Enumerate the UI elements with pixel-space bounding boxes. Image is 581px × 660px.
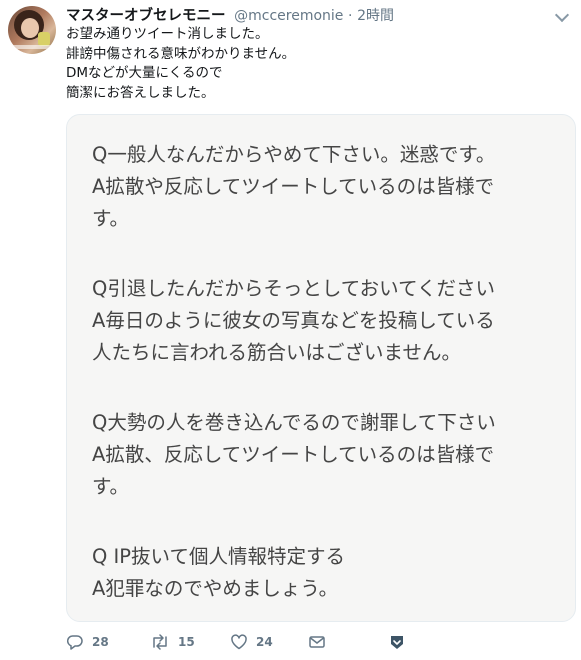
reply-icon bbox=[66, 633, 84, 651]
image-text-line: 人たちに言われる筋合いはございません。 bbox=[92, 341, 461, 364]
reply-count: 28 bbox=[92, 635, 109, 649]
attached-image[interactable]: Q一般人なんだからやめて下さい。迷惑です。 A拡散や反応してツイートしているのは… bbox=[66, 114, 576, 622]
image-text-gap bbox=[92, 369, 496, 407]
image-text-line: Q大勢の人を巻き込んでるので謝罪して下さい bbox=[92, 411, 496, 434]
tweet-text: お望み通りツイート消しました。 誹謗中傷される意味がわかりません。 DMなどが大… bbox=[66, 25, 295, 103]
image-text-line: す。 bbox=[92, 207, 130, 230]
avatar-cup bbox=[38, 32, 50, 46]
avatar[interactable] bbox=[8, 6, 56, 54]
tweet-header: マスターオブセレモニー @mcceremonie · 2時間 bbox=[66, 4, 394, 24]
image-text-line: A拡散、反応してツイートしているのは皆様で bbox=[92, 443, 495, 466]
image-text-line: Q一般人なんだからやめて下さい。迷惑です。 bbox=[92, 143, 496, 166]
tweet-text-line: 簡潔にお答えしました。 bbox=[66, 84, 215, 101]
retweet-count: 15 bbox=[178, 635, 195, 649]
image-text-gap bbox=[92, 235, 496, 273]
image-text: Q一般人なんだからやめて下さい。迷惑です。 A拡散や反応してツイートしているのは… bbox=[92, 139, 496, 605]
retweet-icon bbox=[150, 633, 170, 651]
save-button[interactable] bbox=[388, 630, 406, 654]
direct-message-button[interactable] bbox=[308, 630, 326, 654]
tweet-text-line: DMなどが大量にくるので bbox=[66, 65, 223, 81]
image-text-line: Q引退したんだからそっとしておいてください bbox=[92, 277, 496, 300]
bookmark-icon bbox=[388, 633, 406, 651]
tweet-actions: 28 15 24 bbox=[66, 630, 566, 654]
image-text-line: す。 bbox=[92, 475, 130, 498]
like-button[interactable]: 24 bbox=[230, 630, 273, 654]
user-handle[interactable]: @mcceremonie bbox=[234, 8, 343, 24]
avatar-caption bbox=[12, 45, 52, 49]
image-text-line: A毎日のように彼女の写真などを投稿している bbox=[92, 309, 495, 332]
image-text-gap bbox=[92, 503, 496, 541]
timestamp[interactable]: 2時間 bbox=[357, 8, 394, 24]
avatar-face bbox=[21, 18, 39, 38]
envelope-icon bbox=[308, 633, 326, 651]
separator-dot: · bbox=[348, 8, 353, 24]
tweet-text-line: 誹謗中傷される意味がわかりません。 bbox=[66, 45, 296, 62]
image-text-line: Q IP抜いて個人情報特定する bbox=[92, 545, 345, 568]
chevron-down-icon[interactable] bbox=[554, 7, 570, 23]
image-text-line: A犯罪なのでやめましょう。 bbox=[92, 577, 339, 600]
like-count: 24 bbox=[256, 635, 273, 649]
tweet-text-line: お望み通りツイート消しました。 bbox=[66, 26, 269, 42]
reply-button[interactable]: 28 bbox=[66, 630, 109, 654]
heart-icon bbox=[230, 633, 248, 651]
retweet-button[interactable]: 15 bbox=[150, 630, 195, 654]
image-text-line: A拡散や反応してツイートしているのは皆様で bbox=[92, 175, 495, 198]
display-name[interactable]: マスターオブセレモニー bbox=[66, 8, 226, 24]
